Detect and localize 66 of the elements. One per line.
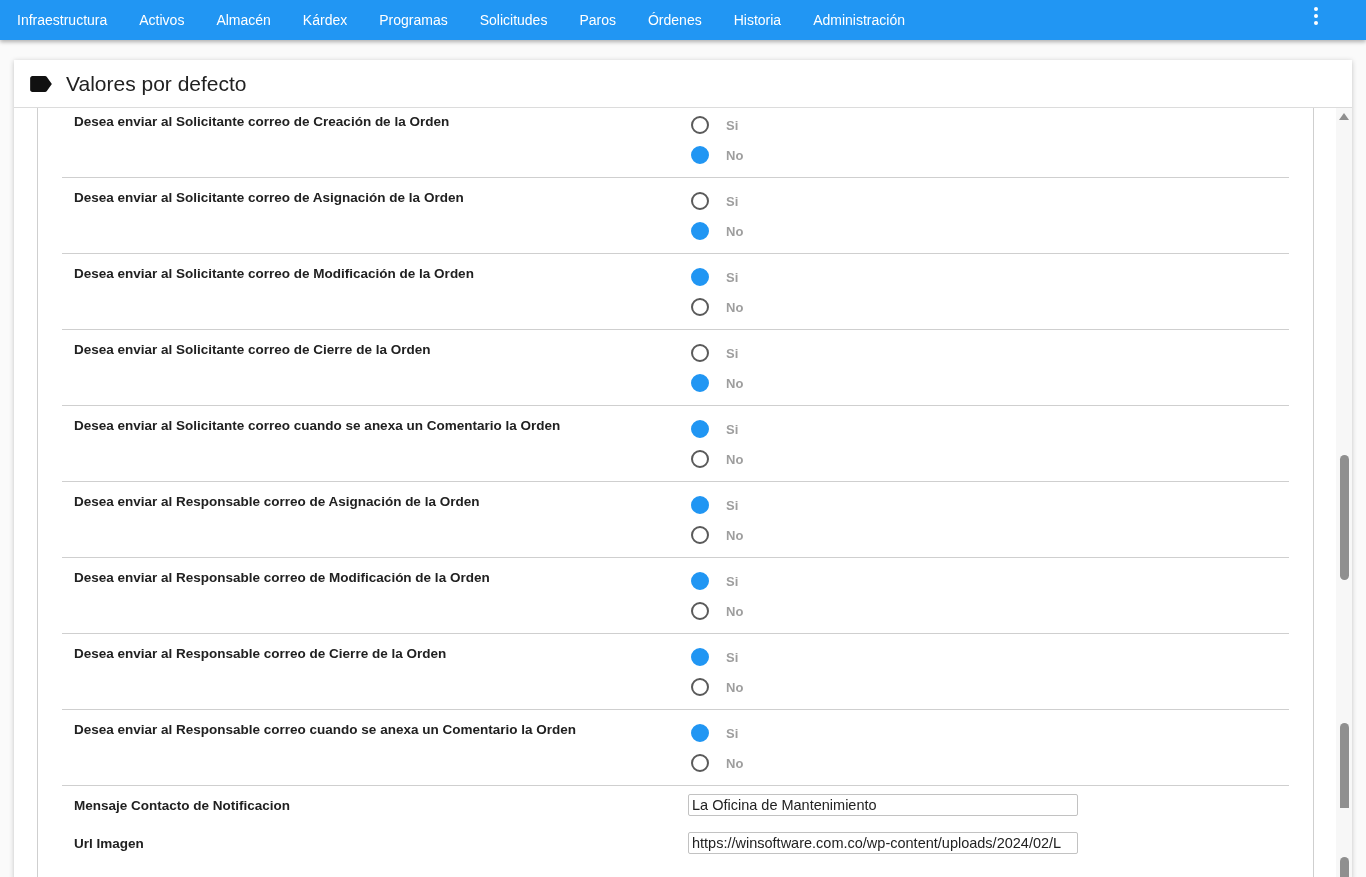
radio-button[interactable] <box>691 222 709 240</box>
radio-button[interactable] <box>691 450 709 468</box>
radio-label[interactable]: No <box>726 527 744 543</box>
radio-label[interactable]: No <box>726 603 744 619</box>
nav-link[interactable]: Solicitudes <box>463 0 564 40</box>
option-label: Desea enviar al Responsable correo cuando se anexa un Comentario la Orden <box>73 721 577 738</box>
radio-label[interactable]: Si <box>726 269 739 285</box>
option-label: Desea enviar al Solicitante correo de Creación de la Orden <box>73 113 451 130</box>
scrollbar-thumb[interactable] <box>1339 455 1349 580</box>
radio-label[interactable]: No <box>726 223 744 239</box>
radio-button[interactable] <box>691 602 709 620</box>
radio-button[interactable] <box>691 298 709 316</box>
radio-button[interactable] <box>691 496 709 514</box>
option-label: Desea enviar al Solicitante correo de Asignación de la Orden <box>73 189 465 206</box>
nav-link[interactable]: Infraestructura <box>1 0 124 40</box>
option-label: Desea enviar al Responsable correo de Cierre de la Orden <box>73 645 448 662</box>
nav-link[interactable]: Almacén <box>200 0 287 40</box>
option-label: Desea enviar al Solicitante correo de Modificación de la Orden <box>73 265 475 282</box>
nav-link[interactable]: Paros <box>563 0 632 40</box>
nav-link[interactable]: Historia <box>717 0 798 40</box>
radio-button[interactable] <box>691 146 709 164</box>
radio-button[interactable] <box>691 724 709 742</box>
up-triangle-icon[interactable] <box>1339 113 1349 120</box>
radio-label[interactable]: No <box>726 451 744 467</box>
radio-label[interactable]: Si <box>726 117 739 133</box>
radio-label[interactable]: No <box>726 147 744 163</box>
radio-button[interactable] <box>691 374 709 392</box>
radio-button[interactable] <box>691 344 709 362</box>
tag-icon <box>30 75 52 92</box>
radio-label[interactable]: Si <box>726 193 739 209</box>
radio-label[interactable]: No <box>726 755 744 771</box>
radio-label[interactable]: Si <box>726 573 739 589</box>
scrollbar-thumb[interactable] <box>1339 723 1349 808</box>
text-input[interactable]: https://winsoftware.com.co/wp-content/uploads/2024/02/L <box>688 832 1078 854</box>
text-input[interactable]: La Oficina de Mantenimiento <box>688 794 1078 816</box>
radio-label[interactable]: Si <box>726 345 739 361</box>
nav-link[interactable]: Kárdex <box>286 0 364 40</box>
radio-label[interactable]: No <box>726 679 744 695</box>
radio-button[interactable] <box>691 526 709 544</box>
radio-button[interactable] <box>691 420 709 438</box>
radio-label[interactable]: No <box>726 375 744 391</box>
nav-link[interactable]: Programas <box>363 0 464 40</box>
nav-link[interactable]: Administración <box>797 0 921 40</box>
card-title: Valores por defecto <box>66 71 247 96</box>
radio-label[interactable]: No <box>726 299 744 315</box>
radio-button[interactable] <box>691 572 709 590</box>
radio-button[interactable] <box>691 268 709 286</box>
scrollbar[interactable] <box>1336 108 1352 877</box>
nav-link[interactable]: Activos <box>123 0 201 40</box>
radio-label[interactable]: Si <box>726 725 739 741</box>
nav-link[interactable]: Órdenes <box>631 0 718 40</box>
field-label: Mensaje Contacto de Notificacion <box>73 797 292 813</box>
radio-label[interactable]: Si <box>726 649 739 665</box>
option-label: Desea enviar al Solicitante correo de Cierre de la Orden <box>73 341 432 358</box>
radio-button[interactable] <box>691 648 709 666</box>
option-label: Desea enviar al Responsable correo de Modificación de la Orden <box>73 569 491 586</box>
radio-button[interactable] <box>691 116 709 134</box>
field-label: Url Imagen <box>73 835 145 851</box>
radio-button[interactable] <box>691 678 709 696</box>
radio-button[interactable] <box>691 754 709 772</box>
kebab-menu-icon[interactable] <box>1314 7 1318 25</box>
option-label: Desea enviar al Responsable correo de Asignación de la Orden <box>73 493 481 510</box>
radio-button[interactable] <box>691 192 709 210</box>
option-label: Desea enviar al Solicitante correo cuando se anexa un Comentario la Orden <box>73 417 562 434</box>
radio-label[interactable]: Si <box>726 421 739 437</box>
radio-label[interactable]: Si <box>726 497 739 513</box>
